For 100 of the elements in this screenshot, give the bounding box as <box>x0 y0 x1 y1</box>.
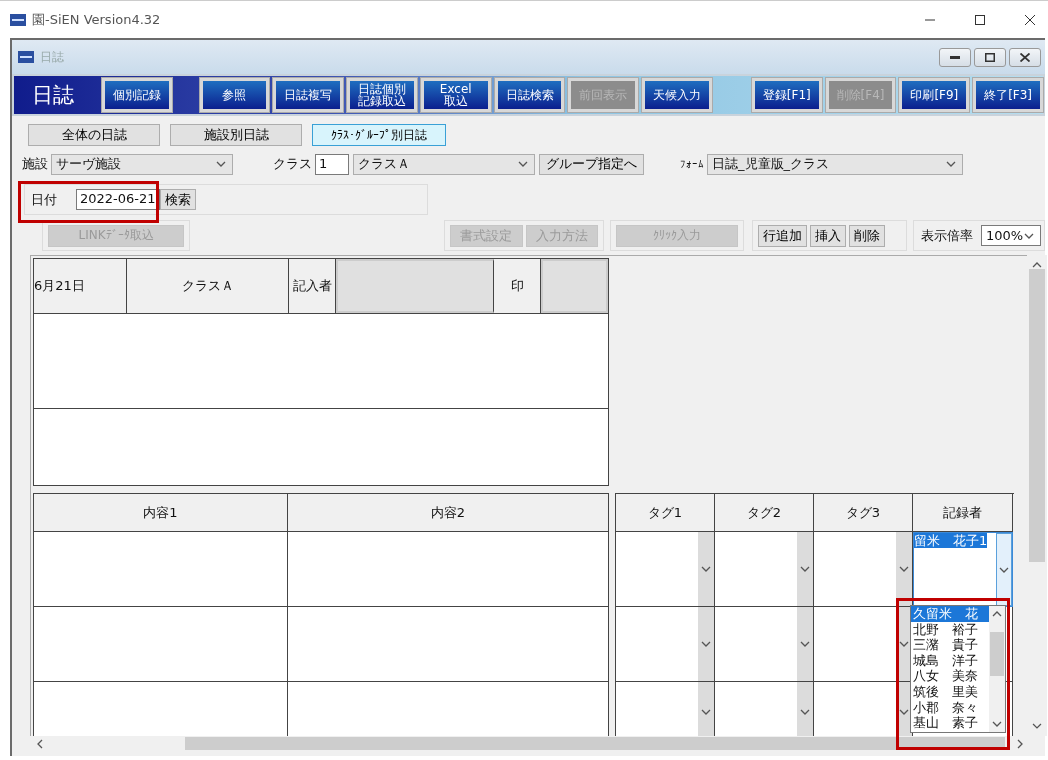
table-cell[interactable] <box>34 682 288 736</box>
chevron-right-icon <box>1016 738 1024 749</box>
chevron-down-icon <box>899 707 909 716</box>
chevron-down-icon <box>899 640 909 648</box>
chevron-down-icon <box>992 720 1002 728</box>
dropdown-cell[interactable] <box>616 607 715 682</box>
chevron-down-icon <box>999 565 1009 574</box>
column-header: 記録者 <box>913 494 1013 532</box>
close-icon <box>1020 52 1030 62</box>
dropdown-cell[interactable] <box>814 607 913 682</box>
toolbar-button[interactable]: 天候入力 <box>642 78 712 112</box>
chevron-down-icon <box>946 160 956 168</box>
tool-button[interactable]: 削除 <box>849 224 885 247</box>
window-title: 園-SiEN Version4.32 <box>32 10 161 29</box>
chevron-down-icon <box>518 160 528 168</box>
screen-heading: 日誌 <box>31 82 75 109</box>
zoom-dropdown[interactable]: 100% <box>981 225 1041 246</box>
table-cell[interactable] <box>288 682 609 736</box>
table-cell[interactable] <box>34 532 288 607</box>
list-item[interactable]: 基山 素子 <box>911 715 989 731</box>
toolbar-button[interactable]: 終了[F3] <box>973 78 1043 112</box>
field-label: クラス <box>273 155 312 173</box>
dropdown-cell[interactable] <box>616 682 715 736</box>
maximize-icon <box>974 13 986 26</box>
toolbar-button[interactable]: 印刷[F9] <box>899 78 970 112</box>
column-header: 内容1 <box>34 494 288 532</box>
class-number-field[interactable]: 1 <box>315 153 349 175</box>
dropdown-cell[interactable] <box>814 682 913 736</box>
chevron-down-icon <box>1024 231 1034 240</box>
dropdown-cell[interactable] <box>715 607 814 682</box>
toolbar-button[interactable]: 参照 <box>199 78 270 112</box>
column-header: タグ1 <box>616 494 715 532</box>
restore-icon <box>985 52 995 62</box>
table-cell[interactable] <box>34 607 288 682</box>
tool-button[interactable]: 挿入 <box>810 224 846 247</box>
chevron-down-icon <box>800 707 810 716</box>
field-label: 施設 <box>22 155 48 173</box>
toolbar-button[interactable]: 日誌個別記録取込 <box>347 78 417 112</box>
dropdown-cell[interactable] <box>715 532 814 607</box>
scroll-thumb[interactable] <box>185 737 1005 750</box>
column-header: タグ2 <box>715 494 814 532</box>
chevron-down-icon <box>701 565 711 573</box>
seal-field[interactable] <box>541 259 608 313</box>
view-tab[interactable]: ｸﾗｽ･ｸﾞﾙｰﾌﾟ別日誌 <box>312 124 446 146</box>
dropdown-cell[interactable] <box>616 532 715 607</box>
search-button[interactable]: 検索 <box>160 189 196 210</box>
toolbar-button[interactable]: 日誌検索 <box>494 78 565 112</box>
toolbar-button[interactable]: 日誌複写 <box>273 78 344 112</box>
field-label: ﾌｫｰﾑ <box>680 157 704 171</box>
chevron-down-icon <box>1032 722 1042 730</box>
chevron-down-icon <box>899 565 909 573</box>
group-button[interactable]: グループ指定へ <box>539 153 644 175</box>
selected-text: 留米 花子1 <box>914 533 988 548</box>
list-item[interactable]: 八女 美奈 <box>911 668 989 684</box>
list-item[interactable]: 北野 裕子 <box>911 621 989 638</box>
field-label: 日付 <box>31 190 57 209</box>
dropdown-cell[interactable] <box>715 682 814 736</box>
chevron-down-icon <box>701 707 711 716</box>
column-header: タグ3 <box>814 494 913 532</box>
chevron-down-icon <box>800 640 810 648</box>
tool-button[interactable]: 行追加 <box>758 224 807 247</box>
list-item[interactable]: 久留米 花 <box>911 606 989 622</box>
text-area[interactable] <box>34 314 608 409</box>
toolbar-button[interactable]: 個別記録 <box>101 78 172 112</box>
recorder-dropdown[interactable]: 留米 花子1 <box>913 532 1013 607</box>
app-logo-icon <box>10 13 26 26</box>
text-area[interactable] <box>34 409 608 485</box>
dropdown-cell[interactable] <box>814 532 913 607</box>
column-header: 内容2 <box>288 494 609 532</box>
chevron-up-icon <box>1032 261 1042 269</box>
view-tab[interactable]: 全体の日誌 <box>28 124 160 146</box>
list-item[interactable]: 城島 洋子 <box>911 652 989 669</box>
class-dropdown[interactable]: クラスＡ <box>353 153 535 175</box>
list-item[interactable]: 筑後 里美 <box>911 683 989 700</box>
date-field[interactable]: 2022-06-21 <box>76 189 160 210</box>
list-item[interactable]: 三潴 貴子 <box>911 637 989 653</box>
table-cell[interactable] <box>288 532 609 607</box>
field-label: 表示倍率 <box>921 226 973 245</box>
chevron-down-icon <box>216 160 226 168</box>
window-title: 日誌 <box>40 48 64 66</box>
toolbar-button[interactable]: Excel 取込 <box>420 78 491 112</box>
table-cell[interactable] <box>288 607 609 682</box>
chevron-left-icon <box>36 738 44 749</box>
minimize-icon <box>950 55 960 59</box>
app-logo-icon <box>18 51 34 63</box>
writer-field[interactable] <box>336 259 494 313</box>
chevron-down-icon <box>701 640 711 648</box>
minimize-icon <box>924 18 936 21</box>
close-icon <box>1024 13 1036 26</box>
scrollbar[interactable] <box>989 606 1005 732</box>
scroll-thumb[interactable] <box>990 632 1004 676</box>
list-item[interactable]: 小郡 奈々 <box>911 699 989 716</box>
chevron-down-icon <box>800 565 810 573</box>
form-dropdown[interactable]: 日誌_児童版_クラス <box>707 153 963 175</box>
view-tab[interactable]: 施設別日誌 <box>170 124 302 146</box>
scroll-thumb[interactable] <box>1029 268 1045 563</box>
facility-dropdown[interactable]: サーヴ施設 <box>51 153 233 175</box>
toolbar-button[interactable]: 登録[F1] <box>751 78 822 112</box>
table-cell: クラスＡ <box>127 259 289 313</box>
chevron-up-icon <box>992 610 1002 618</box>
